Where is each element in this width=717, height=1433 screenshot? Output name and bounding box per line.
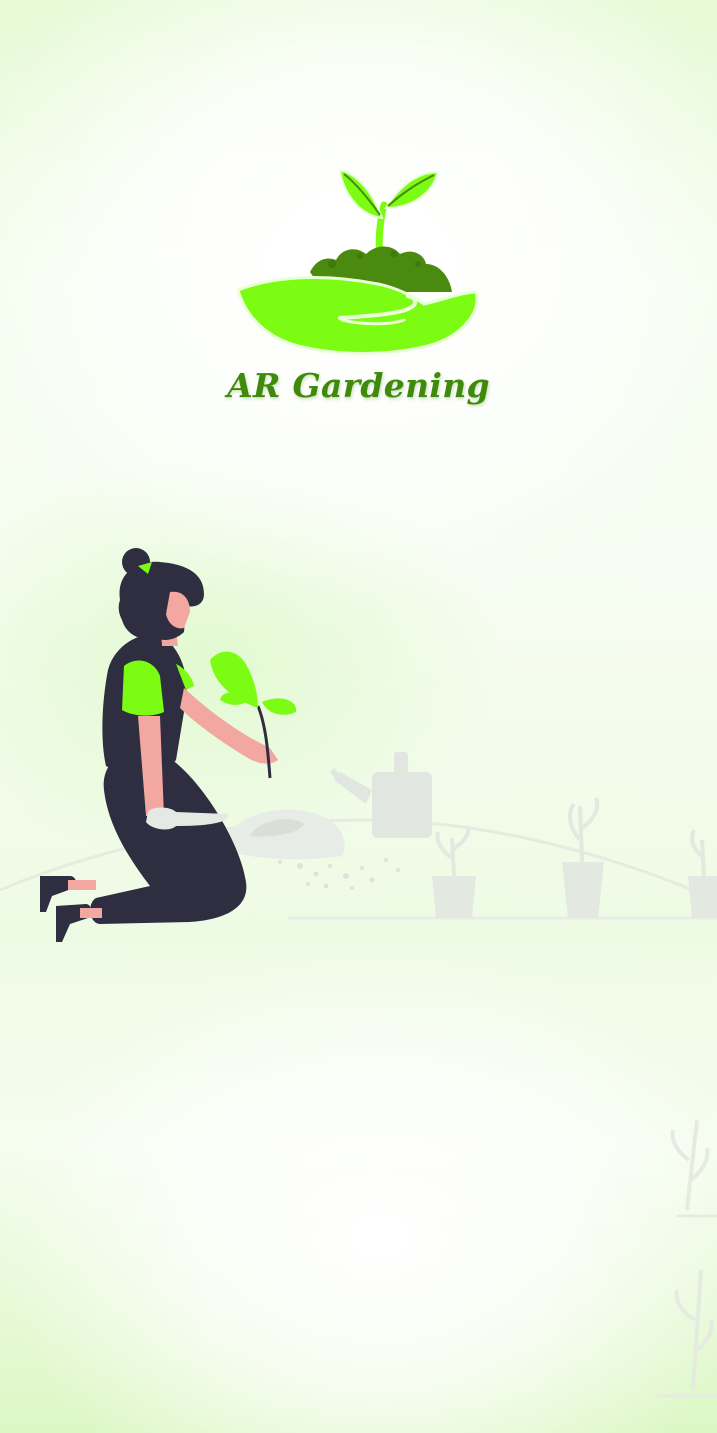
app-title: AR Gardening: [227, 366, 490, 405]
potted-plants-icon: [432, 797, 717, 918]
gardener-figure: [40, 548, 297, 942]
seedling-in-hand-icon: [236, 168, 479, 355]
woman-gardening-illustration: [0, 548, 717, 942]
corner-plants-icon: [657, 1119, 717, 1398]
watering-can-icon: [329, 752, 432, 838]
splash-screen: AR Gardening: [0, 0, 717, 1433]
